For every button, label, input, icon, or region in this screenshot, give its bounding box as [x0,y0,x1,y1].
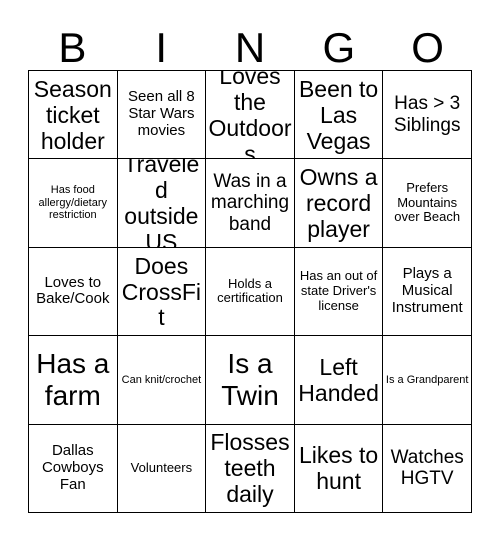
bingo-cell[interactable]: Has food allergy/dietary restriction [29,159,118,248]
bingo-cell[interactable]: Has a farm [29,336,118,425]
bingo-cell[interactable]: Flosses teeth daily [206,424,295,513]
bingo-cell-label: Left Handed [298,353,379,406]
bingo-cell-label: Owns a record player [299,164,378,243]
bingo-cell[interactable]: Has > 3 Siblings [383,71,472,160]
bingo-cell-label: Dallas Cowboys Fan [41,441,104,493]
bingo-cell-label: Has > 3 Siblings [393,93,461,136]
bingo-cell[interactable]: Prefers Mountains over Beach [383,159,472,248]
header-letter-n: N [234,24,266,72]
bingo-cell[interactable]: Dallas Cowboys Fan [29,424,118,513]
bingo-cell[interactable]: Left Handed [294,336,384,425]
bingo-cell[interactable]: Owns a record player [294,159,384,248]
bingo-cell[interactable]: Traveled outside US [117,159,207,248]
bingo-cell-label: Is a Twin [221,348,279,411]
bingo-cell[interactable]: Loves to Bake/Cook [29,247,118,337]
bingo-cell[interactable]: Holds a certification [206,247,295,337]
bingo-card: B I N G O Season ticket holder Seen all 8… [0,0,500,544]
bingo-header: B I N G O [28,18,472,70]
bingo-cell[interactable]: Seen all 8 Star Wars movies [117,71,207,160]
header-letter-o: O [411,24,444,72]
bingo-cell-label: Traveled outside US [123,159,200,248]
bingo-cell-label: Volunteers [130,459,193,475]
bingo-cell-label: Is a Grandparent [385,373,469,386]
bingo-cell-label: Been to Las Vegas [298,75,379,154]
bingo-cell-label: Has an out of state Driver's license [299,268,378,313]
bingo-cell-label: Holds a certification [217,275,283,306]
bingo-cell[interactable]: Volunteers [117,424,207,513]
bingo-cell[interactable]: Season ticket holder [29,71,118,160]
bingo-cell[interactable]: Can knit/crochet [117,336,207,425]
bingo-cell-label: Prefers Mountains over Beach [394,180,461,225]
bingo-cell-label: Has food allergy/dietary restriction [38,184,108,222]
header-letter-i: I [155,24,168,72]
bingo-cell[interactable]: Loves the Outdoors [206,71,295,160]
bingo-cell-label: Has a farm [36,348,110,411]
bingo-cell-label: Can knit/crochet [121,373,202,386]
bingo-cell-label: Likes to hunt [298,442,379,495]
bingo-cell-label: Watches HGTV [390,446,464,490]
header-letter-b: B [58,24,87,72]
bingo-cell-label: Flosses teeth daily [210,429,290,508]
header-letter-g: G [322,24,356,72]
bingo-cell[interactable]: Has an out of state Driver's license [294,247,384,337]
bingo-cell-label: Season ticket holder [33,75,112,154]
bingo-cell[interactable]: Likes to hunt [294,424,384,513]
bingo-cell[interactable]: Does CrossFit [117,247,207,337]
bingo-cell-label: Seen all 8 Star Wars movies [128,88,195,140]
bingo-cell-label: Plays a Musical Instrument [391,265,463,316]
bingo-cell-label: Loves to Bake/Cook [36,273,110,308]
bingo-cell[interactable]: Been to Las Vegas [294,71,384,160]
bingo-cell[interactable]: Is a Grandparent [383,336,472,425]
bingo-cell[interactable]: Is a Twin [206,336,295,425]
bingo-cell-label: Does CrossFit [121,252,201,331]
bingo-cell[interactable]: Watches HGTV [383,424,472,513]
bingo-grid: Season ticket holder Seen all 8 Star Wars… [28,70,472,513]
bingo-cell[interactable]: Plays a Musical Instrument [383,247,472,337]
bingo-cell[interactable]: Was in a marching band [206,159,295,248]
bingo-cell-label: Was in a marching band [210,170,290,235]
bingo-cell-label: Loves the Outdoors [208,71,292,160]
